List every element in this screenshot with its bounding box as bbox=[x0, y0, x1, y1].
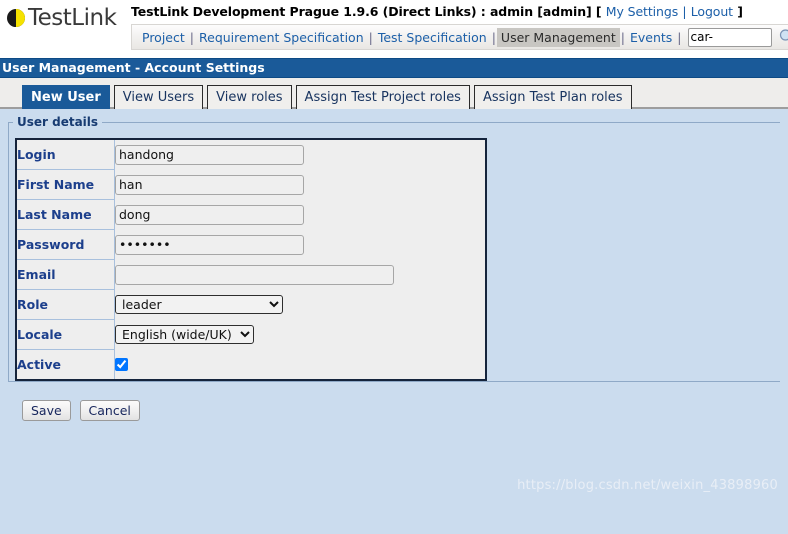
header-session-title: TestLink Development Prague 1.9.6 (Direc… bbox=[131, 4, 592, 19]
logout-link[interactable]: Logout bbox=[691, 4, 733, 19]
page-title-bar: User Management - Account Settings bbox=[0, 58, 788, 78]
form-button-row: Save Cancel bbox=[22, 400, 788, 421]
label-password: Password bbox=[15, 229, 115, 260]
watermark-text: https://blog.csdn.net/weixin_43898960 bbox=[517, 478, 778, 493]
label-login: Login bbox=[15, 138, 115, 170]
header-bracket-open: [ bbox=[595, 4, 602, 19]
table-row: First Name bbox=[15, 169, 486, 200]
main-navigation-bar: Project | Requirement Specification | Te… bbox=[131, 24, 788, 50]
table-row: Role leader bbox=[15, 289, 486, 320]
login-input[interactable] bbox=[115, 144, 304, 165]
field-role: leader bbox=[114, 289, 486, 320]
tab-assign-test-project-roles[interactable]: Assign Test Project roles bbox=[295, 85, 470, 109]
tab-view-roles[interactable]: View roles bbox=[207, 85, 292, 109]
search-input[interactable] bbox=[687, 27, 772, 47]
top-header: TestLink TestLink Development Prague 1.9… bbox=[0, 0, 788, 58]
table-row: Active bbox=[15, 349, 486, 381]
user-details-legend: User details bbox=[17, 115, 99, 129]
field-last-name bbox=[114, 199, 486, 230]
testlink-pie-logo-icon bbox=[6, 8, 26, 28]
field-first-name bbox=[114, 169, 486, 200]
tab-view-users[interactable]: View Users bbox=[113, 85, 204, 109]
main-content: User details Login First Name Last Name bbox=[0, 115, 788, 509]
nav-item-user-management[interactable]: User Management bbox=[496, 27, 620, 47]
my-settings-link[interactable]: My Settings bbox=[606, 4, 678, 19]
role-select[interactable]: leader bbox=[115, 295, 283, 314]
tab-new-user[interactable]: New User bbox=[22, 85, 110, 109]
field-email bbox=[114, 259, 486, 290]
table-row: Email bbox=[15, 259, 486, 290]
locale-select[interactable]: English (wide/UK) bbox=[115, 325, 254, 344]
header-title-line: TestLink Development Prague 1.9.6 (Direc… bbox=[131, 0, 788, 19]
email-input[interactable] bbox=[115, 264, 394, 285]
first-name-input[interactable] bbox=[115, 174, 304, 195]
label-email: Email bbox=[15, 259, 115, 290]
password-input[interactable] bbox=[115, 234, 304, 255]
field-locale: English (wide/UK) bbox=[114, 319, 486, 350]
label-last-name: Last Name bbox=[15, 199, 115, 230]
label-role: Role bbox=[15, 289, 115, 320]
field-active bbox=[114, 349, 486, 380]
label-locale: Locale bbox=[15, 319, 115, 350]
app-logo-text: TestLink bbox=[28, 4, 117, 31]
header-bracket-close: ] bbox=[737, 4, 743, 19]
table-row: Login bbox=[15, 138, 486, 170]
user-details-table: Login First Name Last Name bbox=[15, 138, 487, 381]
table-row: Last Name bbox=[15, 199, 486, 230]
field-password bbox=[114, 229, 486, 260]
table-row: Locale English (wide/UK) bbox=[15, 319, 486, 350]
last-name-input[interactable] bbox=[115, 204, 304, 225]
user-details-fieldset: User details Login First Name Last Name bbox=[8, 115, 780, 382]
search-icon[interactable] bbox=[778, 28, 788, 46]
nav-item-requirement-specification[interactable]: Requirement Specification bbox=[195, 28, 368, 47]
nav-item-test-specification[interactable]: Test Specification bbox=[374, 28, 491, 47]
label-first-name: First Name bbox=[15, 169, 115, 200]
nav-separator: | bbox=[677, 29, 682, 45]
header-right-region: TestLink Development Prague 1.9.6 (Direc… bbox=[131, 0, 788, 50]
app-logo[interactable]: TestLink bbox=[6, 3, 117, 33]
tab-assign-test-plan-roles[interactable]: Assign Test Plan roles bbox=[473, 85, 632, 109]
cancel-button[interactable]: Cancel bbox=[79, 400, 140, 421]
nav-item-project[interactable]: Project bbox=[138, 28, 189, 47]
header-link-separator: | bbox=[682, 4, 687, 19]
nav-item-events[interactable]: Events bbox=[626, 28, 676, 47]
field-login bbox=[114, 139, 486, 170]
table-row: Password bbox=[15, 229, 486, 260]
active-checkbox[interactable] bbox=[115, 358, 128, 372]
save-button[interactable]: Save bbox=[22, 400, 71, 421]
label-active: Active bbox=[15, 349, 115, 381]
tab-strip: New User View Users View roles Assign Te… bbox=[0, 78, 788, 109]
